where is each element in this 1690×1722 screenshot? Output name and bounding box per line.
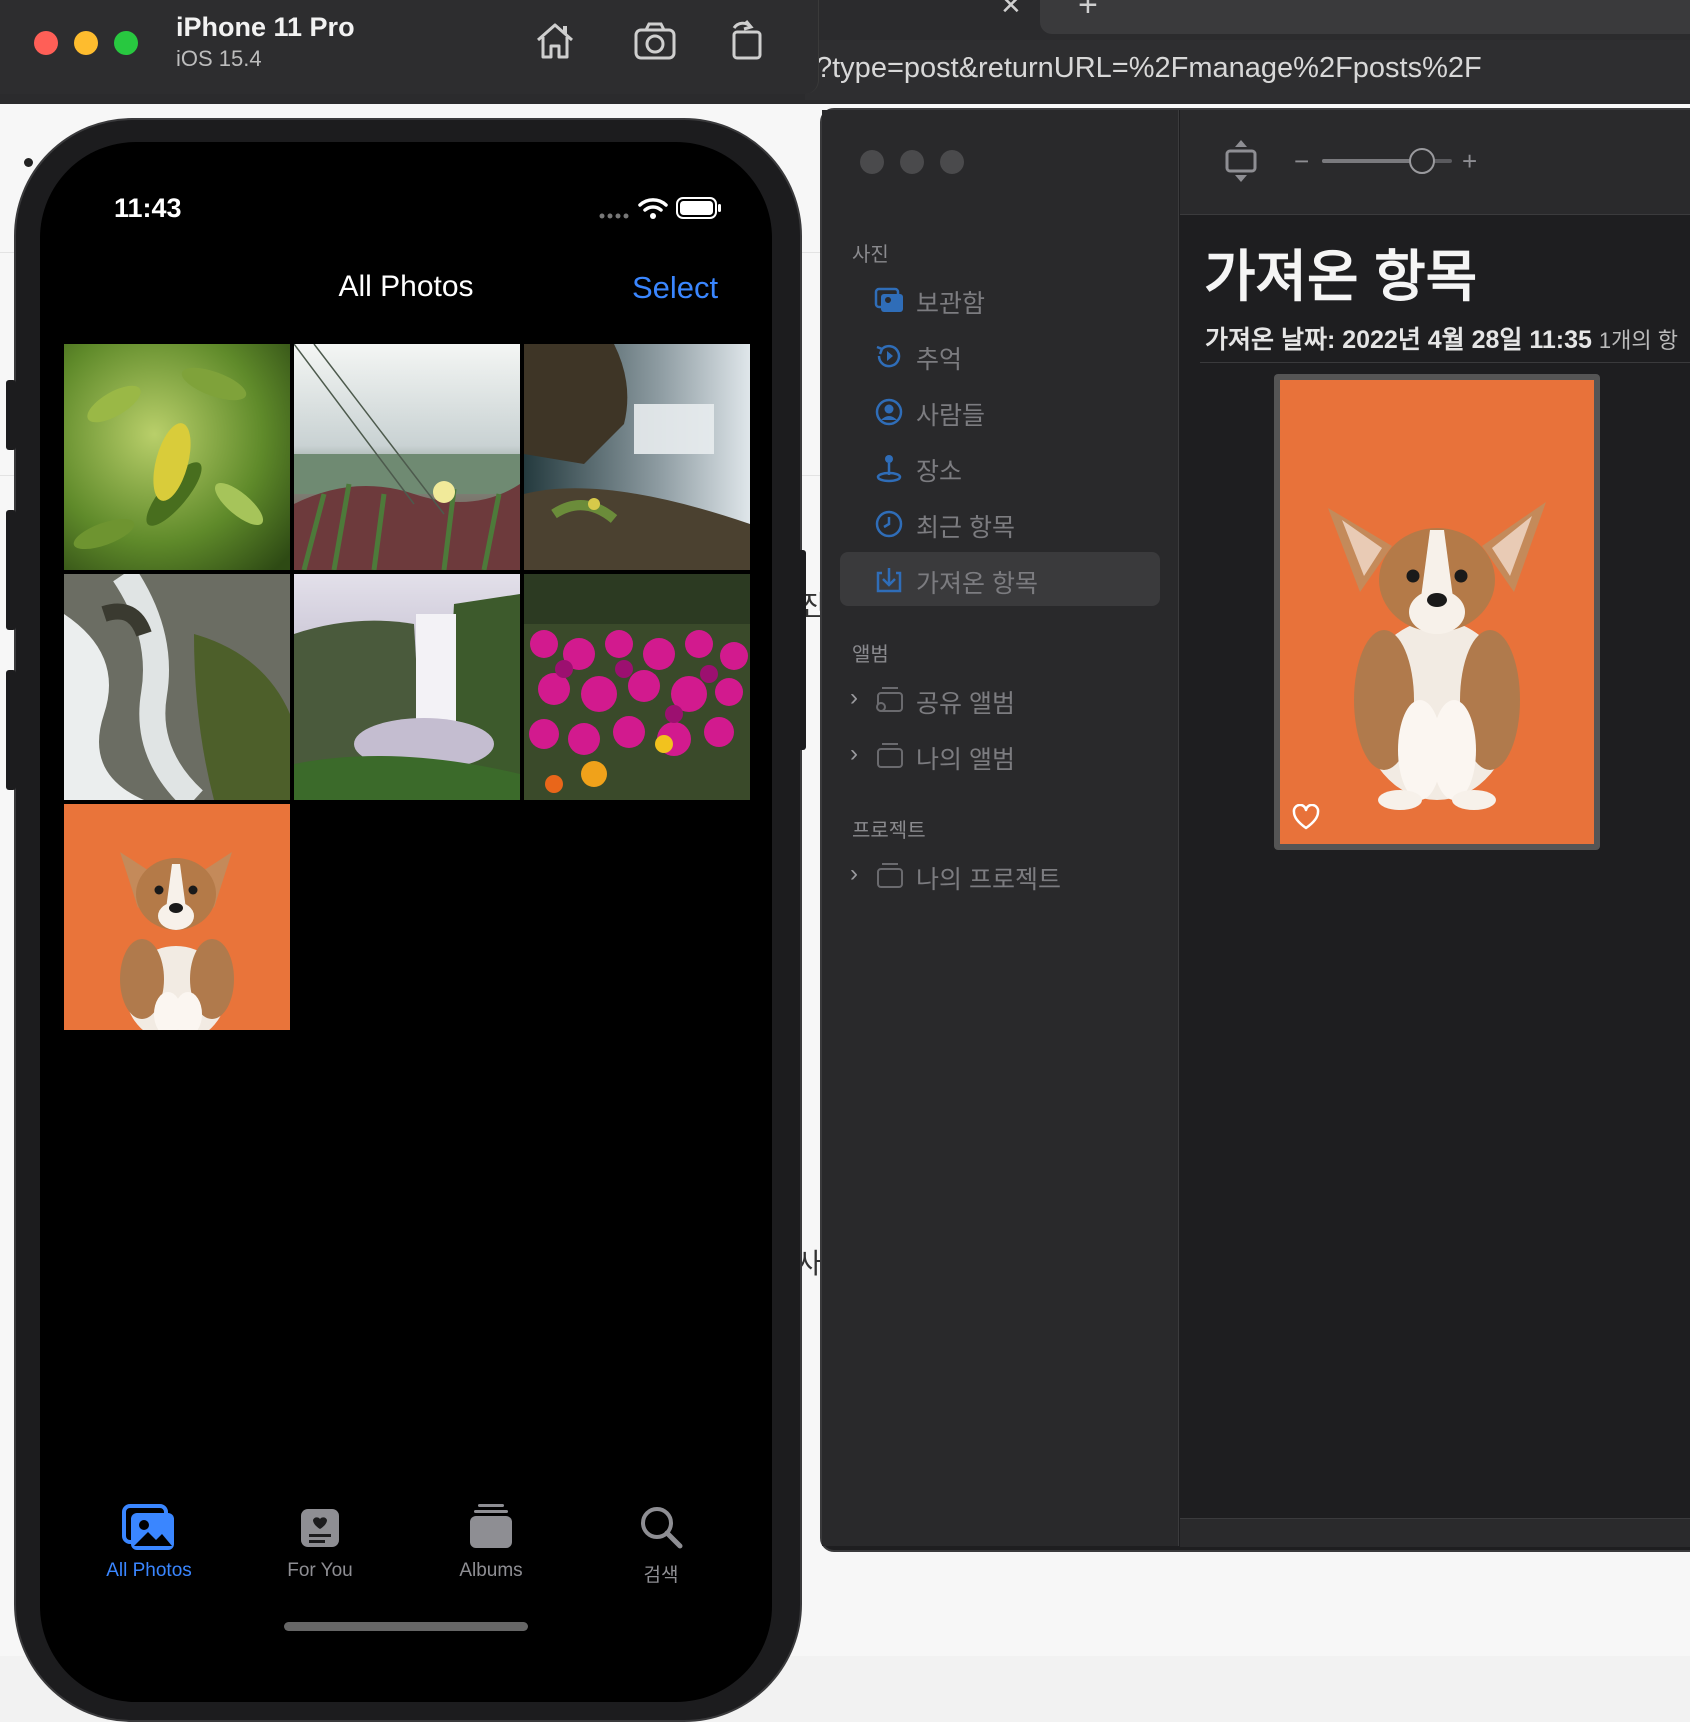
sidebar-item-places[interactable]: 장소 — [840, 440, 1160, 494]
zoom-window-button[interactable] — [114, 31, 138, 55]
favorite-heart-icon[interactable] — [1292, 804, 1320, 830]
sidebar-item-people[interactable]: 사람들 — [840, 384, 1160, 438]
sidebar-item-label: 추억 — [916, 346, 963, 374]
photo-thumbnail-pink-flowers[interactable] — [524, 574, 750, 800]
window-close-button[interactable] — [860, 150, 884, 174]
sidebar-item-label: 나의 앨범 — [916, 746, 1015, 774]
page-title: 가져온 항목 — [1204, 245, 1478, 308]
item-count: 1개의 항 — [1598, 328, 1678, 353]
silent-switch — [6, 380, 16, 450]
chevron-right-icon[interactable]: › — [850, 740, 858, 768]
photo-corgi-puppy[interactable] — [1280, 380, 1594, 844]
chevron-right-icon[interactable]: › — [850, 860, 858, 888]
imports-icon — [876, 568, 902, 593]
battery-icon — [676, 197, 721, 219]
recents-icon — [875, 510, 903, 538]
zoom-slider[interactable] — [1320, 146, 1456, 176]
photos-icon — [122, 1504, 174, 1550]
sidebar-item-my-albums[interactable]: › 나의 앨범 — [840, 728, 1160, 782]
window-zoom-button[interactable] — [940, 150, 964, 174]
photo-thumbnail-skogafoss-waterfall[interactable] — [294, 574, 520, 800]
sidebar-item-label: 공유 앨범 — [916, 690, 1015, 718]
aspect-ratio-icon[interactable] — [1224, 138, 1258, 184]
home-indicator[interactable] — [284, 1622, 528, 1631]
photo-thumbnail-waterfall-rocks[interactable] — [64, 574, 290, 800]
photo-thumbnail-beach-grass[interactable] — [294, 344, 520, 570]
album-icon — [877, 743, 903, 768]
select-button[interactable]: Select — [632, 270, 718, 306]
sidebar-item-my-projects[interactable]: › 나의 프로젝트 — [840, 848, 1160, 902]
library-icon — [874, 287, 903, 312]
chevron-right-icon[interactable]: › — [850, 684, 858, 712]
screenshot-icon[interactable] — [632, 18, 678, 64]
shared-album-icon — [876, 687, 903, 712]
search-icon — [641, 1507, 683, 1549]
address-bar-url[interactable]: ?type=post&returnURL=%2Fmanage%2Fposts%2… — [816, 52, 1482, 85]
cellular-signal-icon — [599, 213, 629, 219]
tab-all-photos[interactable]: All Photos — [64, 1560, 234, 1582]
import-date-header: 가져온 날짜: 2022년 4월 28일 11:35 1개의 항 — [1205, 320, 1678, 356]
sidebar-item-label: 사람들 — [916, 402, 986, 430]
memories-icon — [876, 344, 901, 368]
sidebar-section-photos: 사진 — [852, 244, 889, 266]
sidebar-item-memories[interactable]: 추억 — [840, 328, 1160, 382]
new-tab-icon[interactable]: + — [1078, 0, 1098, 25]
sidebar-item-imports[interactable]: 가져온 항목 — [840, 552, 1160, 606]
project-icon — [877, 863, 903, 888]
sidebar-item-recents[interactable]: 최근 항목 — [840, 496, 1160, 550]
wifi-icon — [638, 198, 668, 219]
page-bullet — [24, 158, 33, 167]
photo-thumbnail-waterfall-cliff[interactable] — [524, 344, 750, 570]
photo-thumbnail-corgi-puppy[interactable] — [64, 804, 290, 1030]
side-button — [796, 550, 806, 750]
status-time: 11:43 — [114, 193, 182, 223]
simulator-os-version: iOS 15.4 — [176, 46, 262, 71]
tab-for-you[interactable]: For You — [235, 1560, 405, 1582]
sidebar-item-label: 가져온 항목 — [916, 570, 1038, 598]
albums-icon — [470, 1504, 512, 1548]
places-icon — [876, 455, 902, 483]
window-minimize-button[interactable] — [900, 150, 924, 174]
header-divider — [1200, 362, 1690, 363]
for-you-icon — [301, 1509, 339, 1547]
close-window-button[interactable] — [34, 31, 58, 55]
sidebar-item-label: 나의 프로젝트 — [916, 866, 1061, 894]
zoom-in-button[interactable]: + — [1462, 146, 1477, 177]
rotate-icon[interactable] — [724, 18, 770, 64]
volume-up-button — [6, 510, 16, 630]
sidebar-item-label: 장소 — [916, 458, 963, 486]
simulator-device-name: iPhone 11 Pro — [176, 12, 355, 42]
browser-tab[interactable] — [1040, 0, 1690, 34]
sidebar-section-projects: 프로젝트 — [852, 820, 926, 842]
photo-thumbnail-leaves[interactable] — [64, 344, 290, 570]
home-icon[interactable] — [532, 18, 578, 64]
minimize-window-button[interactable] — [74, 31, 98, 55]
sidebar-item-shared-albums[interactable]: › 공유 앨범 — [840, 672, 1160, 726]
sidebar-item-label: 보관함 — [916, 290, 986, 318]
import-date: 가져온 날짜: 2022년 4월 28일 11:35 — [1205, 326, 1592, 354]
volume-down-button — [6, 670, 16, 790]
people-icon — [875, 398, 903, 426]
tab-search[interactable]: 검색 — [576, 1560, 746, 1587]
tab-albums[interactable]: Albums — [406, 1560, 576, 1582]
sidebar-item-label: 최근 항목 — [916, 514, 1015, 542]
zoom-out-button[interactable]: − — [1294, 146, 1309, 177]
photos-status-bar — [1180, 1518, 1690, 1547]
sidebar-item-library[interactable]: 보관함 — [840, 272, 1160, 326]
sidebar-section-albums: 앨범 — [852, 644, 889, 666]
tab-close-icon[interactable]: ✕ — [1000, 0, 1022, 21]
